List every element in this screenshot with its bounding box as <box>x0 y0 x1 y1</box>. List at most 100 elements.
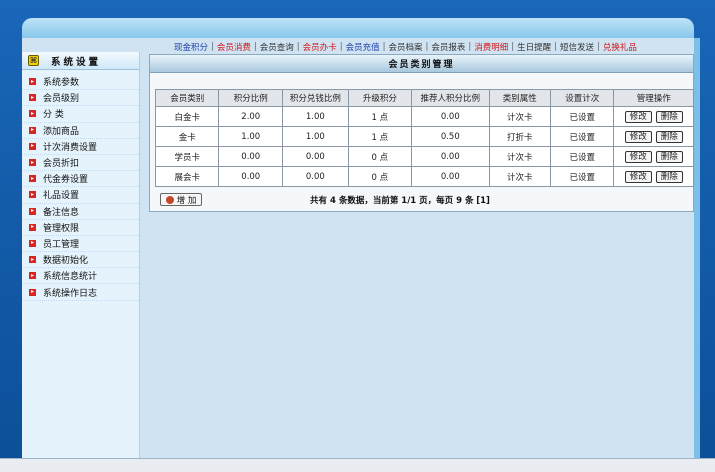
sidebar-item-label: 计次消费设置 <box>43 142 98 153</box>
sidebar-item[interactable]: ▸ 代金券设置 <box>22 171 139 188</box>
bullet-icon: ▸ <box>29 239 36 247</box>
sidebar: ⌘ 系统设置 ▸ 系统参数 ▸ 会员级别 ▸ 分 类 ▸ 添加商品 ▸ 计次消费设置 ▸ 会员折扣 ▸ 代… <box>22 52 140 458</box>
bullet-icon: ▸ <box>29 207 36 215</box>
cell-setting[interactable]: 已设置 <box>549 166 615 187</box>
sidebar-item-label: 系统参数 <box>43 78 80 89</box>
nav-link[interactable]: 兑换礼品 <box>601 41 639 53</box>
cell-upgrade: 1 点 <box>347 126 413 147</box>
nav-link[interactable]: 会员档案 <box>386 41 424 53</box>
table-row: 白金卡 2.00 1.00 1 点 0.00 计次卡 已设置 修改 删除 <box>154 106 694 127</box>
cell-setting[interactable]: 已设置 <box>549 106 615 127</box>
sidebar-item-label: 系统操作日志 <box>43 288 98 299</box>
cell-ratio: 0.00 <box>218 166 284 187</box>
cell-referral: 0.00 <box>411 106 490 127</box>
sidebar-item[interactable]: ▸ 备注信息 <box>22 204 139 220</box>
table-row: 金卡 1.00 1.00 1 点 0.50 打折卡 已设置 修改 删除 <box>154 126 694 147</box>
sidebar-item[interactable]: ▸ 会员级别 <box>22 90 139 107</box>
bullet-icon: ▸ <box>29 271 36 280</box>
cell-actions: 修改 删除 <box>613 126 694 147</box>
sidebar-title: ⌘ 系统设置 <box>22 52 139 70</box>
bullet-icon: ▸ <box>29 77 36 86</box>
sidebar-item[interactable]: ▸ 员工管理 <box>22 236 139 253</box>
column-header: 管理操作 <box>613 89 694 107</box>
cell-exchange: 0.00 <box>282 146 349 167</box>
cell-referral: 0.50 <box>411 126 490 147</box>
member-category-table: 会员类别 积分比例 积分兑钱比例 升级积分 推荐人积分比例 类别属性 设置计次 管理操作 白金… <box>154 89 694 187</box>
cell-prop: 打折卡 <box>488 126 551 147</box>
sidebar-item[interactable]: ▸ 管理权限 <box>22 220 139 236</box>
cell-exchange: 0.00 <box>282 166 349 187</box>
content-area: 现金积分 | 会员消费 | 会员查询 | 会员办卡 | 会员充值 | 会员档案 | 会员报表 | 消费明细 |… <box>22 38 694 458</box>
column-header: 升级积分 <box>347 89 413 107</box>
nav-link[interactable]: 生日提醒 <box>515 41 553 53</box>
right-edge <box>694 38 700 458</box>
top-nav: 现金积分 | 会员消费 | 会员查询 | 会员办卡 | 会员充值 | 会员档案 | 会员报表 | 消费明细 |… <box>172 40 694 54</box>
cell-exchange: 1.00 <box>282 126 349 147</box>
sidebar-item-label: 员工管理 <box>43 239 80 250</box>
nav-link[interactable]: 会员查询 <box>258 41 296 53</box>
edit-button[interactable]: 修改 <box>624 150 652 163</box>
cell-setting[interactable]: 已设置 <box>549 126 615 147</box>
nav-link[interactable]: 会员消费 <box>215 41 253 53</box>
column-header: 类别属性 <box>488 89 551 107</box>
member-category-panel: 会员类别管理 会员类别 积分比例 积分兑钱比例 升级积分 推荐人积分比例 类别属性 设置计次… <box>149 54 694 212</box>
sidebar-item-label: 备注信息 <box>43 207 80 218</box>
cell-upgrade: 0 点 <box>347 146 413 167</box>
sidebar-item-label: 会员级别 <box>43 94 80 105</box>
nav-link[interactable]: 短信发送 <box>558 41 596 53</box>
bullet-icon: ▸ <box>29 190 36 199</box>
cell-ratio: 2.00 <box>218 106 284 127</box>
panel-title: 会员类别管理 <box>150 55 693 73</box>
sidebar-item-label: 代金券设置 <box>43 175 89 186</box>
sidebar-item[interactable]: ▸ 系统信息统计 <box>22 268 139 285</box>
sidebar-item[interactable]: ▸ 计次消费设置 <box>22 139 139 155</box>
bullet-icon: ▸ <box>29 142 36 150</box>
add-button-label: 增 加 <box>176 195 197 206</box>
sidebar-item-label: 管理权限 <box>43 223 80 234</box>
status-strip <box>0 458 715 472</box>
sidebar-item[interactable]: ▸ 分 类 <box>22 106 139 123</box>
delete-button[interactable]: 删除 <box>655 170 683 183</box>
edit-button[interactable]: 修改 <box>624 130 652 143</box>
delete-button[interactable]: 删除 <box>655 110 683 123</box>
table-row: 展会卡 0.00 0.00 0 点 0.00 计次卡 已设置 修改 删除 <box>154 166 694 187</box>
bullet-icon: ▸ <box>29 255 36 264</box>
sidebar-title-label: 系统设置 <box>51 56 102 68</box>
delete-button[interactable]: 删除 <box>655 130 683 143</box>
nav-link[interactable]: 会员办卡 <box>301 41 339 53</box>
nav-link[interactable]: 会员报表 <box>429 41 467 53</box>
table-header-row: 会员类别 积分比例 积分兑钱比例 升级积分 推荐人积分比例 类别属性 设置计次 管理操作 <box>154 89 694 107</box>
settings-icon: ⌘ <box>28 55 39 66</box>
cell-referral: 0.00 <box>411 166 490 187</box>
nav-link[interactable]: 现金积分 <box>172 41 210 53</box>
table-body: 白金卡 2.00 1.00 1 点 0.00 计次卡 已设置 修改 删除 金卡 1.00 1.00 1 … <box>154 106 694 187</box>
sidebar-item-label: 会员折扣 <box>43 159 80 170</box>
pager-text: 共有 4 条数据，当前第 1/1 页，每页 9 条 <box>310 196 474 206</box>
sidebar-item[interactable]: ▸ 礼品设置 <box>22 187 139 204</box>
nav-link[interactable]: 会员充值 <box>344 41 382 53</box>
sidebar-item[interactable]: ▸ 数据初始化 <box>22 252 139 269</box>
edit-button[interactable]: 修改 <box>624 170 652 183</box>
cell-ratio: 0.00 <box>218 146 284 167</box>
bullet-icon: ▸ <box>29 174 36 183</box>
delete-button[interactable]: 删除 <box>655 150 683 163</box>
cell-ratio: 1.00 <box>218 126 284 147</box>
sidebar-item[interactable]: ▸ 系统参数 <box>22 74 139 91</box>
nav-link[interactable]: 消费明细 <box>472 41 510 53</box>
cell-prop: 计次卡 <box>488 166 551 187</box>
column-header: 积分兑钱比例 <box>282 89 349 107</box>
sidebar-item[interactable]: ▸ 添加商品 <box>22 123 139 139</box>
add-button[interactable]: 增 加 <box>160 193 202 206</box>
sidebar-item[interactable]: ▸ 会员折扣 <box>22 155 139 172</box>
pager: 共有 4 条数据，当前第 1/1 页，每页 9 条 [1] <box>310 194 650 206</box>
cell-actions: 修改 删除 <box>613 106 694 127</box>
bullet-icon: ▸ <box>29 109 36 118</box>
bullet-icon: ▸ <box>29 126 36 134</box>
cell-prop: 计次卡 <box>488 106 551 127</box>
sidebar-item[interactable]: ▸ 系统操作日志 <box>22 284 139 301</box>
edit-button[interactable]: 修改 <box>624 110 652 123</box>
cell-upgrade: 1 点 <box>347 106 413 127</box>
cell-setting[interactable]: 已设置 <box>549 146 615 167</box>
column-header: 积分比例 <box>218 89 284 107</box>
pager-page-link[interactable]: [1] <box>476 196 490 206</box>
